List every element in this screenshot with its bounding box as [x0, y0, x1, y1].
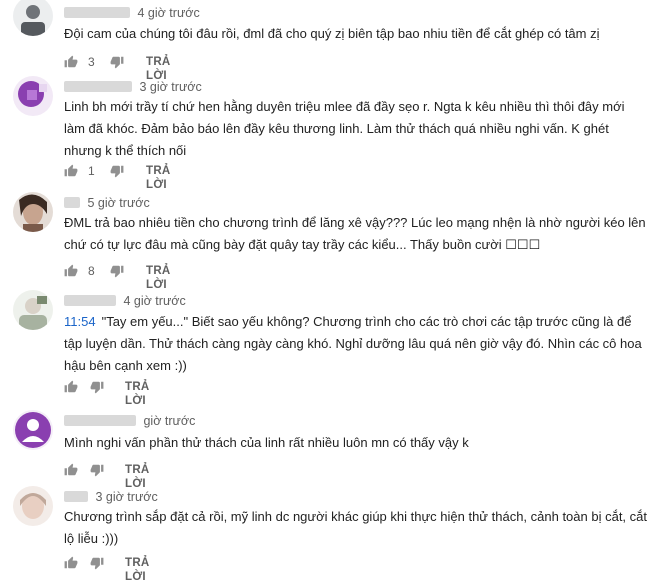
comment-time[interactable]: 4 giờ trước [137, 6, 199, 20]
avatar[interactable] [13, 290, 53, 330]
comment-item: 5 giờ trước ĐML trả bao nhiêu tiền cho c… [0, 192, 660, 291]
like-count: 8 [88, 264, 95, 278]
comment-text: Đội cam của chúng tôi đâu rồi, đml đã ch… [64, 26, 600, 41]
comment-time[interactable]: 3 giờ trước [139, 80, 201, 94]
comment-text: Mình nghi vấn phần thử thách của linh rấ… [64, 435, 469, 450]
comment-time[interactable]: 4 giờ trước [123, 294, 185, 308]
comment-body: "Tay em yếu..." Biết sao yếu không? Chươ… [64, 314, 642, 373]
reply-button[interactable]: TRẢ LỜI [125, 380, 150, 408]
author-name[interactable] [64, 491, 88, 503]
comment-text: 11:54 "Tay em yếu..." Biết sao yếu không?… [64, 311, 649, 377]
reply-button[interactable]: TRẢ LỜI [146, 264, 171, 292]
avatar[interactable] [13, 76, 53, 116]
comment-item: 4 giờ trước 11:54 "Tay em yếu..." Biết sa… [0, 290, 660, 408]
comment-text: ĐML trả bao nhiêu tiền cho chương trình … [64, 215, 646, 252]
comment-header: 4 giờ trước [64, 5, 200, 21]
like-count: 1 [88, 164, 95, 178]
comment-time[interactable]: 5 giờ trước [87, 196, 149, 210]
comment-time[interactable]: giờ trước [143, 414, 195, 428]
avatar[interactable] [13, 410, 53, 450]
comment-time[interactable]: 3 giờ trước [95, 490, 157, 504]
timestamp-link[interactable]: 11:54 [64, 314, 96, 329]
author-name[interactable] [64, 81, 132, 93]
author-name[interactable] [64, 7, 130, 19]
author-name[interactable] [64, 295, 116, 307]
thumbs-down-icon[interactable] [110, 164, 124, 178]
thumbs-down-icon[interactable] [110, 264, 124, 278]
avatar[interactable] [13, 192, 53, 232]
reply-button[interactable]: TRẢ LỜI [125, 556, 150, 584]
comment-header: 3 giờ trước [64, 489, 158, 505]
thumbs-down-icon[interactable] [90, 463, 104, 477]
comment-header: 3 giờ trước [64, 79, 202, 95]
comment-header: 4 giờ trước [64, 293, 186, 309]
thumbs-down-icon[interactable] [110, 55, 124, 69]
thumbs-up-icon[interactable] [64, 463, 78, 477]
like-count: 3 [88, 55, 95, 69]
comment-text: Linh bh mới trầy tí chứ hen hằng duyên t… [64, 99, 625, 158]
comment-item: 4 giờ trước Đội cam của chúng tôi đâu rồ… [0, 0, 660, 82]
thumbs-down-icon[interactable] [90, 556, 104, 570]
avatar[interactable] [13, 486, 53, 526]
author-name[interactable] [64, 197, 80, 209]
comment-text: Chương trình sắp đặt cả rồi, mỹ linh dc … [64, 509, 648, 546]
comment-item: giờ trước Mình nghi vấn phần thử thách c… [0, 410, 660, 490]
thumbs-up-icon[interactable] [64, 164, 78, 178]
comment-item: 3 giờ trước Linh bh mới trầy tí chứ hen … [0, 76, 660, 191]
comment-header: 5 giờ trước [64, 195, 150, 211]
comment-header: giờ trước [64, 413, 195, 429]
thumbs-down-icon[interactable] [90, 380, 104, 394]
avatar[interactable] [13, 0, 53, 36]
reply-button[interactable]: TRẢ LỜI [146, 164, 171, 192]
thumbs-up-icon[interactable] [64, 556, 78, 570]
thumbs-up-icon[interactable] [64, 380, 78, 394]
thumbs-up-icon[interactable] [64, 264, 78, 278]
comment-item: 3 giờ trước Chương trình sắp đặt cả rồi,… [0, 486, 660, 586]
thumbs-up-icon[interactable] [64, 55, 78, 69]
author-name[interactable] [64, 415, 136, 427]
